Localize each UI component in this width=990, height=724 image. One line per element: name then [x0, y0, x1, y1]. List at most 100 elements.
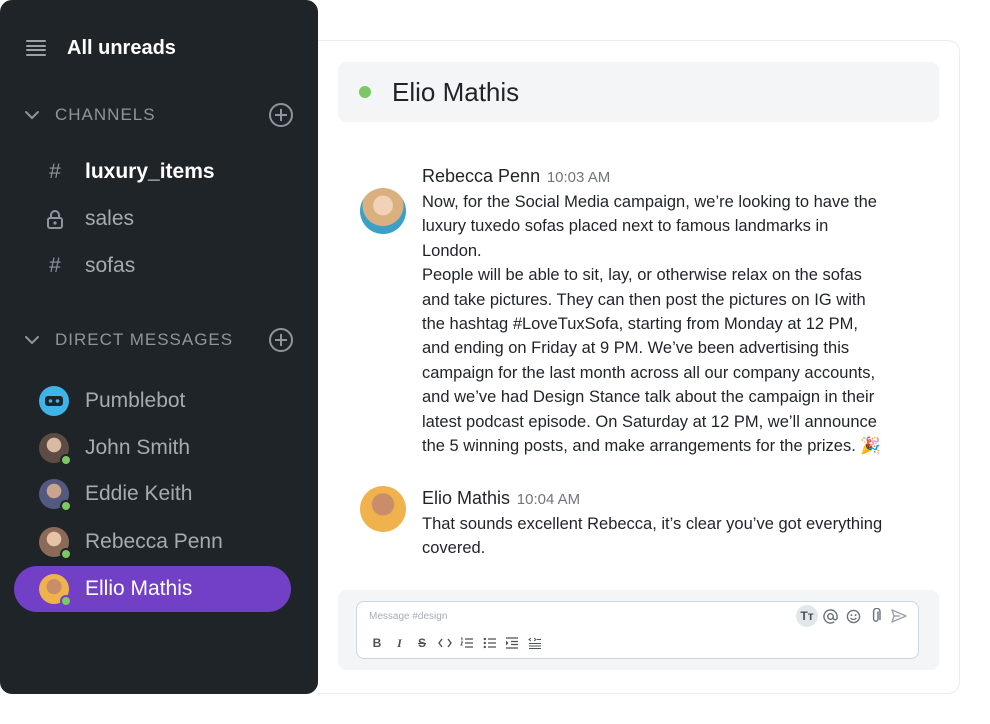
send-button[interactable] [888, 605, 910, 627]
direct-messages-section-header[interactable]: DIRECT MESSAGES [24, 327, 294, 353]
bullet-list-icon [483, 637, 496, 649]
chat-panel: Elio Mathis Rebecca Penn 10:03 AM Now, f… [318, 40, 960, 694]
strikethrough-icon: S [417, 636, 426, 650]
italic-button[interactable]: I [392, 634, 408, 652]
dm-name: John Smith [85, 436, 191, 459]
chevron-down-icon[interactable] [24, 332, 40, 348]
indent-icon [506, 637, 518, 649]
avatar [39, 479, 72, 512]
text-format-toggle-button[interactable]: Tт [796, 605, 818, 627]
add-direct-message-icon[interactable] [268, 327, 294, 353]
smiley-icon [846, 609, 860, 623]
message-meta: Rebecca Penn 10:03 AM [422, 164, 902, 190]
hash-icon: # [49, 160, 61, 183]
dm-name: Pumblebot [85, 389, 186, 412]
message-line: Now, for the Social Media campaign, we’r… [422, 193, 877, 211]
message-line: and take pictures. They can then post th… [422, 290, 866, 309]
all-unreads-link[interactable]: All unreads [26, 34, 176, 62]
message-author[interactable]: Rebecca Penn [422, 166, 540, 186]
avatar [39, 433, 72, 466]
chat-header: Elio Mathis [338, 62, 939, 122]
message-meta: Elio Mathis 10:04 AM [422, 486, 902, 512]
channel-name: luxury_items [85, 160, 215, 183]
channel-name: sales [85, 207, 135, 230]
code-block-icon [527, 637, 541, 649]
avatar [39, 574, 72, 607]
avatar[interactable] [360, 188, 406, 234]
bold-button[interactable]: B [369, 634, 385, 652]
message-line: latest podcast episode. On Saturday at 1… [422, 412, 877, 431]
message-timestamp: 10:03 AM [546, 169, 611, 186]
list-icon [26, 39, 46, 57]
channels-title: CHANNELS [55, 105, 156, 124]
ordered-list-button[interactable] [459, 634, 475, 652]
formatting-toolbar: B I S [369, 633, 549, 653]
message-body: Rebecca Penn 10:03 AM Now, for the Socia… [422, 164, 902, 458]
message-line: London. [422, 241, 482, 260]
online-status-icon [60, 548, 72, 560]
composer-actions: Tт [795, 605, 910, 627]
channel-luxury-items[interactable]: # luxury_items [44, 157, 215, 187]
message-line: People will be able to sit, lay, or othe… [422, 266, 862, 285]
code-icon [437, 638, 452, 648]
dm-john-smith[interactable]: John Smith [14, 425, 291, 471]
message-author[interactable]: Elio Mathis [422, 488, 510, 508]
add-channel-icon[interactable] [268, 102, 294, 128]
avatar[interactable] [360, 486, 406, 532]
dm-name: Ellio Mathis [85, 577, 193, 600]
composer-area: Tт B I S [338, 590, 939, 670]
text-format-icon: Tт [800, 609, 814, 623]
emoji-button[interactable] [842, 605, 864, 627]
channel-sofas[interactable]: # sofas [44, 251, 135, 281]
bot-avatar [39, 386, 69, 416]
dm-name: Rebecca Penn [85, 530, 223, 553]
dm-pumblebot[interactable]: Pumblebot [14, 378, 291, 424]
conversation-title: Elio Mathis [392, 76, 520, 107]
italic-icon: I [397, 635, 402, 650]
online-status-icon [60, 454, 72, 466]
mention-button[interactable] [819, 605, 841, 627]
chevron-down-icon[interactable] [24, 107, 40, 123]
message-line: the hashtag #LoveTuxSofa, starting from … [422, 315, 858, 334]
indent-button[interactable] [504, 634, 520, 652]
message-text: That sounds excellent Rebecca, it’s clea… [422, 512, 902, 561]
message-line: covered. [422, 539, 486, 558]
direct-messages-title: DIRECT MESSAGES [55, 330, 234, 349]
paperclip-icon [872, 608, 881, 622]
message-line: and ending on Friday at 9 PM. We’ve been… [422, 339, 850, 358]
avatar [39, 527, 72, 560]
message-line: and we’ve had Design Stance talk about t… [422, 388, 875, 407]
all-unreads-label: All unreads [67, 36, 176, 59]
code-button[interactable] [437, 634, 453, 652]
hash-icon: # [49, 254, 61, 277]
message-line: campaign for the last month across all o… [422, 363, 876, 382]
message-line: the 5 winning posts, and make arrangemen… [422, 437, 881, 456]
ordered-list-icon [460, 637, 473, 648]
channels-section-header[interactable]: CHANNELS [24, 102, 294, 128]
dm-rebecca-penn[interactable]: Rebecca Penn [14, 519, 291, 565]
online-status-icon [359, 86, 371, 98]
bullet-list-button[interactable] [482, 634, 498, 652]
strikethrough-button[interactable]: S [414, 634, 430, 652]
sidebar: All unreads CHANNELS # luxury_items sale… [0, 0, 318, 694]
message-input[interactable] [369, 608, 789, 624]
code-block-button[interactable] [527, 634, 543, 652]
online-status-icon [60, 595, 72, 607]
message-composer[interactable]: Tт B I S [356, 601, 919, 659]
lock-icon [44, 209, 66, 229]
dm-ellio-mathis[interactable]: Ellio Mathis [14, 566, 291, 612]
send-icon [891, 609, 907, 623]
message-line: luxury tuxedo sofas placed next to famou… [422, 217, 829, 236]
message-text: Now, for the Social Media campaign, we’r… [422, 190, 902, 458]
at-sign-icon [822, 608, 838, 624]
channel-name: sofas [85, 254, 136, 277]
bold-icon: B [372, 636, 382, 650]
message-line: That sounds excellent Rebecca, it’s clea… [422, 515, 883, 533]
dm-name: Eddie Keith [85, 482, 193, 505]
channel-sales[interactable]: sales [44, 204, 134, 234]
online-status-icon [60, 500, 72, 512]
message-timestamp: 10:04 AM [516, 491, 581, 508]
attach-button[interactable] [865, 605, 887, 627]
dm-eddie-keith[interactable]: Eddie Keith [14, 471, 291, 517]
message-body: Elio Mathis 10:04 AM That sounds excelle… [422, 486, 902, 561]
